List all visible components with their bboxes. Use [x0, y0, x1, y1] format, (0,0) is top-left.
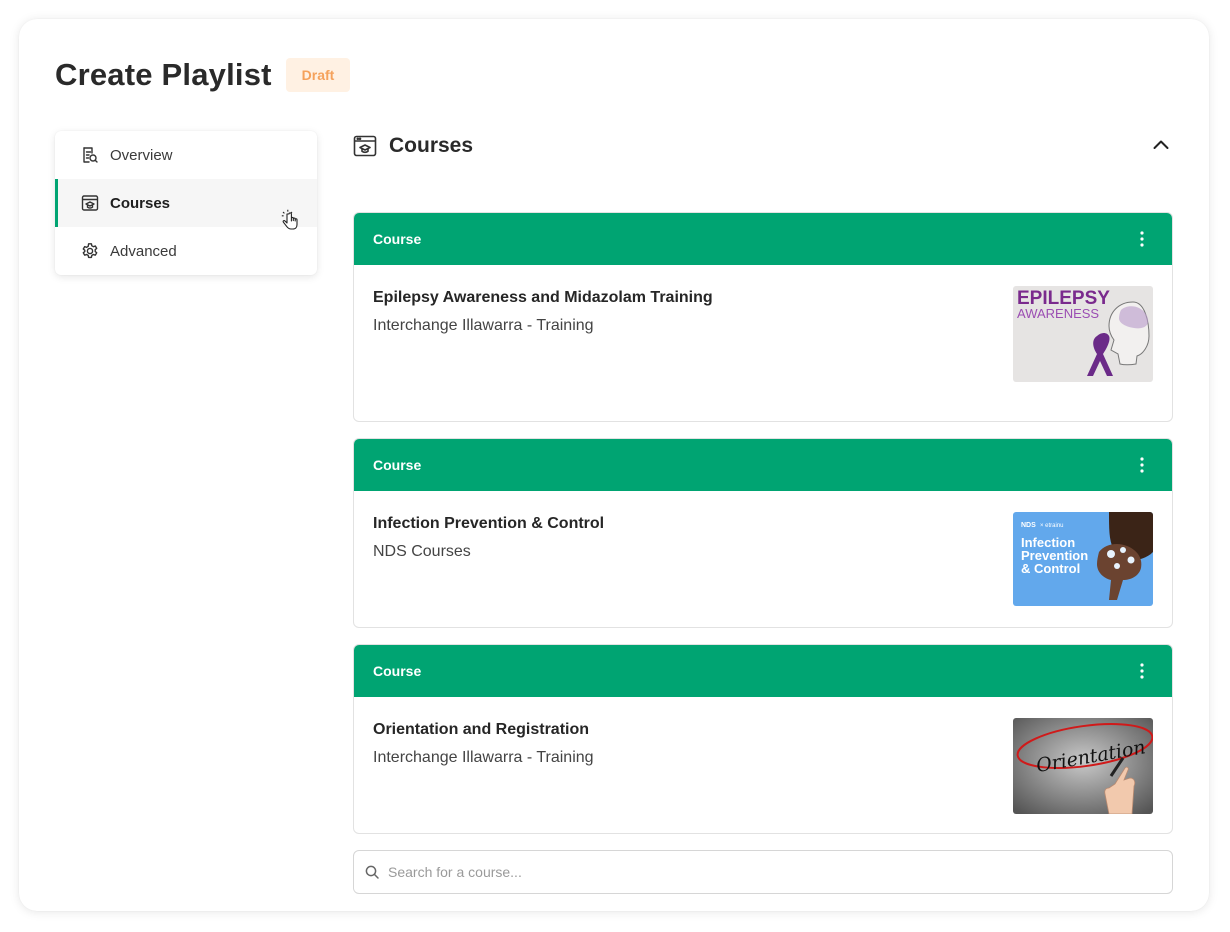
- course-card: Course Epilepsy Awareness and Midazolam …: [353, 212, 1173, 422]
- course-thumbnail: NDS × etrainu Infection Prevention & Con…: [1013, 512, 1153, 606]
- more-options-button[interactable]: [1132, 229, 1152, 249]
- course-card-header: Course: [354, 645, 1172, 697]
- thumbnail-text: & Control: [1021, 561, 1080, 576]
- kebab-menu-icon: [1140, 231, 1144, 247]
- course-card-body: Epilepsy Awareness and Midazolam Trainin…: [354, 265, 1172, 382]
- course-card-header: Course: [354, 439, 1172, 491]
- course-card-header-label: Course: [373, 663, 422, 679]
- course-card: Course Orientation and Registration Inte…: [353, 644, 1173, 834]
- sidebar-item-overview[interactable]: Overview: [55, 131, 317, 179]
- section-header: Courses: [353, 131, 1173, 161]
- sidebar-nav: Overview Courses Advanced: [55, 131, 317, 275]
- courses-section: Courses Course Epilepsy Awareness and Mi…: [353, 131, 1173, 894]
- search-icon: [364, 864, 380, 880]
- chevron-up-icon: [1153, 140, 1169, 149]
- course-window-icon: [353, 134, 377, 158]
- create-playlist-panel: Create Playlist Draft Overview Courses A…: [19, 19, 1209, 911]
- more-options-button[interactable]: [1132, 661, 1152, 681]
- course-card-body: Orientation and Registration Interchange…: [354, 697, 1172, 814]
- collapse-button[interactable]: [1149, 133, 1173, 157]
- sidebar-item-label: Advanced: [110, 242, 177, 260]
- course-card-header: Course: [354, 213, 1172, 265]
- page-header: Create Playlist Draft: [55, 57, 351, 93]
- course-card-header-label: Course: [373, 231, 422, 247]
- course-card: Course Infection Prevention & Control ND…: [353, 438, 1173, 628]
- thumbnail-text: AWARENESS: [1017, 306, 1099, 321]
- course-card-header-label: Course: [373, 457, 422, 473]
- course-search[interactable]: [353, 850, 1173, 894]
- page-title: Create Playlist: [55, 57, 272, 92]
- sidebar-item-advanced[interactable]: Advanced: [55, 227, 317, 275]
- search-input[interactable]: [388, 851, 1172, 893]
- course-card-body: Infection Prevention & Control NDS Cours…: [354, 491, 1172, 606]
- gear-icon: [81, 242, 99, 260]
- more-options-button[interactable]: [1132, 455, 1152, 475]
- section-title: Courses: [389, 134, 474, 157]
- sidebar-item-courses[interactable]: Courses: [55, 179, 317, 230]
- kebab-menu-icon: [1140, 457, 1144, 473]
- course-thumbnail: EPILEPSY AWARENESS: [1013, 286, 1153, 382]
- thumbnail-text: × etrainu: [1040, 523, 1064, 529]
- sidebar-item-label: Overview: [110, 146, 173, 164]
- course-thumbnail: Orientation: [1013, 718, 1153, 814]
- kebab-menu-icon: [1140, 663, 1144, 679]
- document-search-icon: [81, 146, 99, 164]
- thumbnail-text: NDS: [1021, 522, 1036, 529]
- status-badge: Draft: [285, 58, 351, 92]
- course-window-icon: [81, 194, 99, 212]
- sidebar-item-label: Courses: [110, 194, 171, 212]
